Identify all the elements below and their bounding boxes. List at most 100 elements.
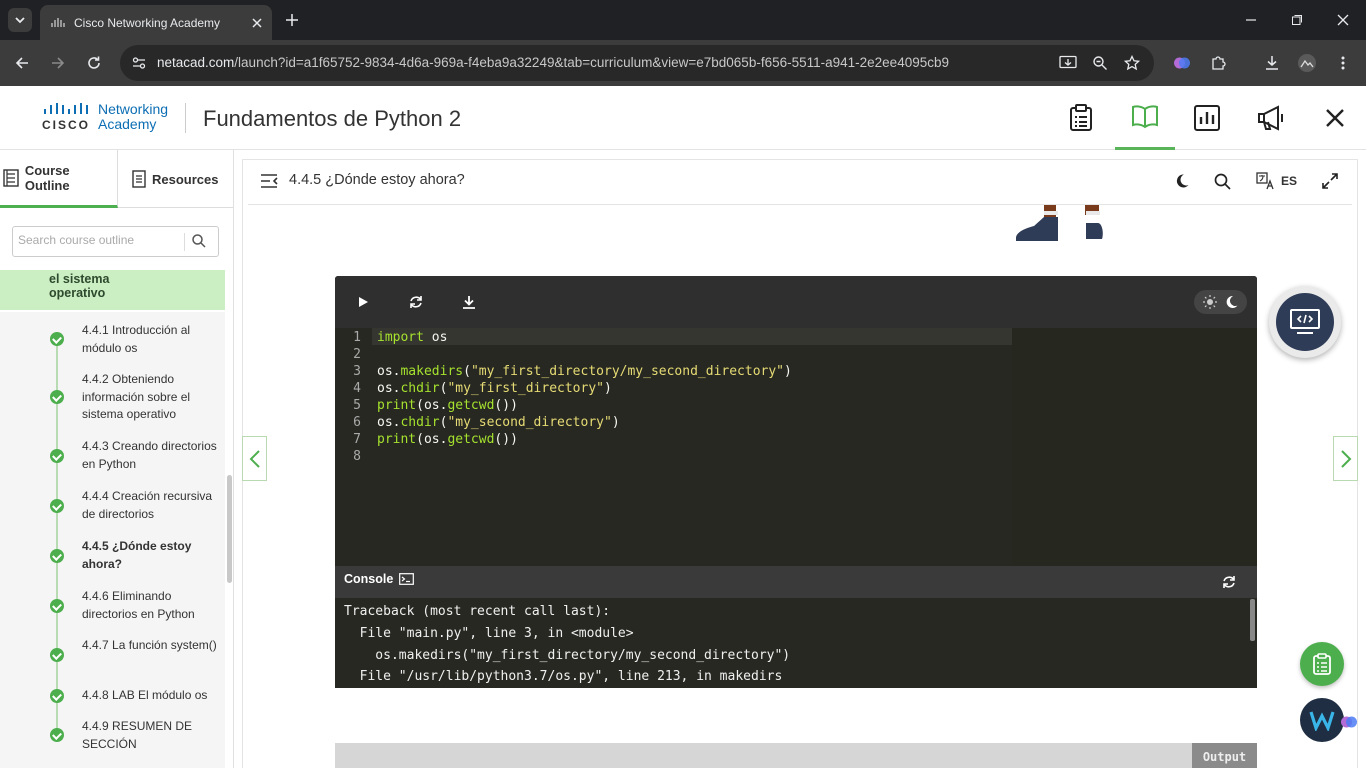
theme-toggle[interactable] [1194, 290, 1247, 314]
search-icon[interactable] [191, 233, 207, 249]
language-selector[interactable]: ES [1256, 172, 1297, 190]
code-line: 3 os.makedirs("my_first_directory/my_seco… [353, 364, 792, 379]
site-info-icon[interactable] [130, 54, 148, 72]
webex-assistant-button[interactable] [1300, 698, 1344, 742]
code-lab-button[interactable] [1269, 286, 1341, 358]
cisco-favicon-icon [51, 17, 65, 27]
console-line: Traceback (most recent call last): [344, 604, 611, 619]
chevron-left-icon [249, 449, 260, 468]
outline-item-current[interactable]: 4.4.5 ¿Dónde estoy ahora? [0, 529, 225, 579]
chevron-right-icon [1340, 449, 1351, 468]
code-area[interactable]: 1 import os 2 3 os.makedirs("my_first_dire… [335, 328, 1257, 566]
illustration-feet [1014, 205, 1106, 245]
chrome-menu-icon[interactable] [1333, 53, 1353, 73]
grades-button[interactable] [1177, 86, 1237, 150]
downloads-icon[interactable] [1262, 53, 1282, 73]
outline-item[interactable]: 4.4.2 Obteniendo información sobre el si… [0, 362, 225, 429]
search-input[interactable] [18, 233, 183, 247]
outline-item[interactable]: 4.4.9 RESUMEN DE SECCIÓN [0, 711, 225, 768]
browser-tab[interactable]: Cisco Networking Academy [40, 5, 272, 40]
check-circle-icon [50, 648, 64, 662]
clipboard-icon [1313, 653, 1331, 675]
browser-toolbar: netacad.com/launch?id=a1f65752-9834-4d6a… [0, 40, 1366, 86]
window-close-icon[interactable] [1333, 10, 1353, 30]
console-output[interactable]: Traceback (most recent call last): File … [335, 598, 1257, 688]
tab-search-button[interactable] [8, 8, 32, 32]
outline-item[interactable]: 4.4.4 Creación recursiva de directorios [0, 479, 225, 529]
tab-course-outline[interactable]: Course Outline [0, 150, 118, 208]
close-icon [1326, 109, 1344, 127]
content-toolbar: 4.4.5 ¿Dónde estoy ahora? ES [248, 159, 1352, 205]
cisco-wordmark: CISCO [42, 118, 91, 132]
close-course-button[interactable] [1305, 86, 1365, 150]
console-line: File "main.py", line 3, in <module> [344, 626, 634, 641]
check-circle-icon [50, 728, 64, 742]
code-editor: 1 import os 2 3 os.makedirs("my_first_dire… [335, 276, 1257, 688]
output-tab[interactable]: Output [1192, 743, 1257, 768]
outline-item[interactable]: 4.4.3 Creando directorios en Python [0, 429, 225, 479]
reload-icon[interactable] [84, 53, 104, 73]
moon-icon [1226, 295, 1238, 308]
run-play-icon[interactable] [353, 292, 373, 312]
profile-avatar[interactable] [1297, 53, 1317, 73]
console-line: os.makedirs("my_first_directory/my_secon… [344, 648, 791, 663]
assignments-button[interactable] [1051, 86, 1111, 150]
previous-page-button[interactable] [242, 436, 267, 481]
tab-close-icon[interactable] [252, 17, 262, 28]
course-outline-sidebar: Course Outline Resources el sistema oper… [0, 150, 234, 768]
forward-arrow-icon[interactable] [48, 53, 68, 73]
collapse-menu-icon[interactable] [260, 174, 278, 188]
minimize-icon[interactable] [1241, 10, 1261, 30]
current-section-header[interactable]: el sistema operativo [0, 270, 225, 310]
tab-resources[interactable]: Resources [118, 150, 233, 208]
code-line: 5 print(os.getcwd()) [353, 398, 518, 413]
reset-icon[interactable] [406, 292, 426, 312]
extension-brain-icon[interactable] [1340, 713, 1358, 731]
code-screen-icon [1290, 309, 1320, 334]
outline-item[interactable]: 4.4.1 Introducción al módulo os [0, 312, 225, 362]
sidebar-scrollbar[interactable] [227, 475, 232, 583]
webex-logo-icon [1309, 711, 1335, 731]
back-arrow-icon[interactable] [12, 53, 32, 73]
outline-item[interactable]: 4.4.7 La función system() [0, 629, 225, 679]
megaphone-icon [1258, 105, 1283, 131]
zoom-icon[interactable] [1091, 54, 1109, 72]
clipboard-icon [1070, 104, 1092, 131]
check-circle-icon [50, 599, 64, 613]
bookmark-star-icon[interactable] [1123, 54, 1141, 72]
dark-mode-moon-icon[interactable] [1174, 173, 1190, 189]
extensions-puzzle-icon[interactable] [1208, 53, 1228, 73]
output-panel-header: Output [335, 743, 1257, 768]
address-bar[interactable]: netacad.com/launch?id=a1f65752-9834-4d6a… [120, 45, 1154, 81]
outline-item[interactable]: 4.4.8 LAB El módulo os [0, 679, 225, 711]
book-icon [1132, 104, 1158, 128]
announcements-button[interactable] [1241, 86, 1301, 150]
console-line: File "/usr/lib/python3.7/os.py", line 21… [344, 669, 783, 684]
browser-tab-strip: Cisco Networking Academy [0, 0, 1366, 40]
outline-search-box [12, 226, 219, 257]
new-tab-plus-icon[interactable] [282, 10, 302, 30]
outline-item[interactable]: 4.4.6 Eliminando directorios en Python [0, 579, 225, 629]
console-label: Console [344, 572, 415, 586]
check-circle-icon [50, 332, 64, 346]
editor-margin [1012, 328, 1257, 566]
extension-brain-icon[interactable] [1172, 53, 1192, 73]
restore-icon[interactable] [1287, 10, 1307, 30]
check-circle-icon [50, 390, 64, 404]
next-page-button[interactable] [1333, 436, 1358, 481]
search-icon[interactable] [1214, 173, 1231, 190]
notes-button[interactable] [1300, 642, 1344, 686]
cisco-logo[interactable]: CISCO [42, 102, 92, 132]
expand-icon[interactable] [1322, 173, 1338, 189]
console-reset-icon[interactable] [1221, 574, 1237, 590]
code-line: 2 [353, 347, 361, 362]
code-line: 1 import os [353, 330, 448, 345]
download-icon[interactable] [459, 292, 479, 312]
install-app-icon[interactable] [1059, 54, 1077, 72]
console-scrollbar[interactable] [1250, 599, 1255, 641]
check-circle-icon [50, 689, 64, 703]
chevron-down-icon [15, 17, 25, 24]
url-text[interactable]: netacad.com/launch?id=a1f65752-9834-4d6a… [157, 55, 949, 70]
course-content-button[interactable] [1115, 86, 1175, 150]
course-header: CISCO Networking Academy Fundamentos de … [0, 86, 1366, 150]
